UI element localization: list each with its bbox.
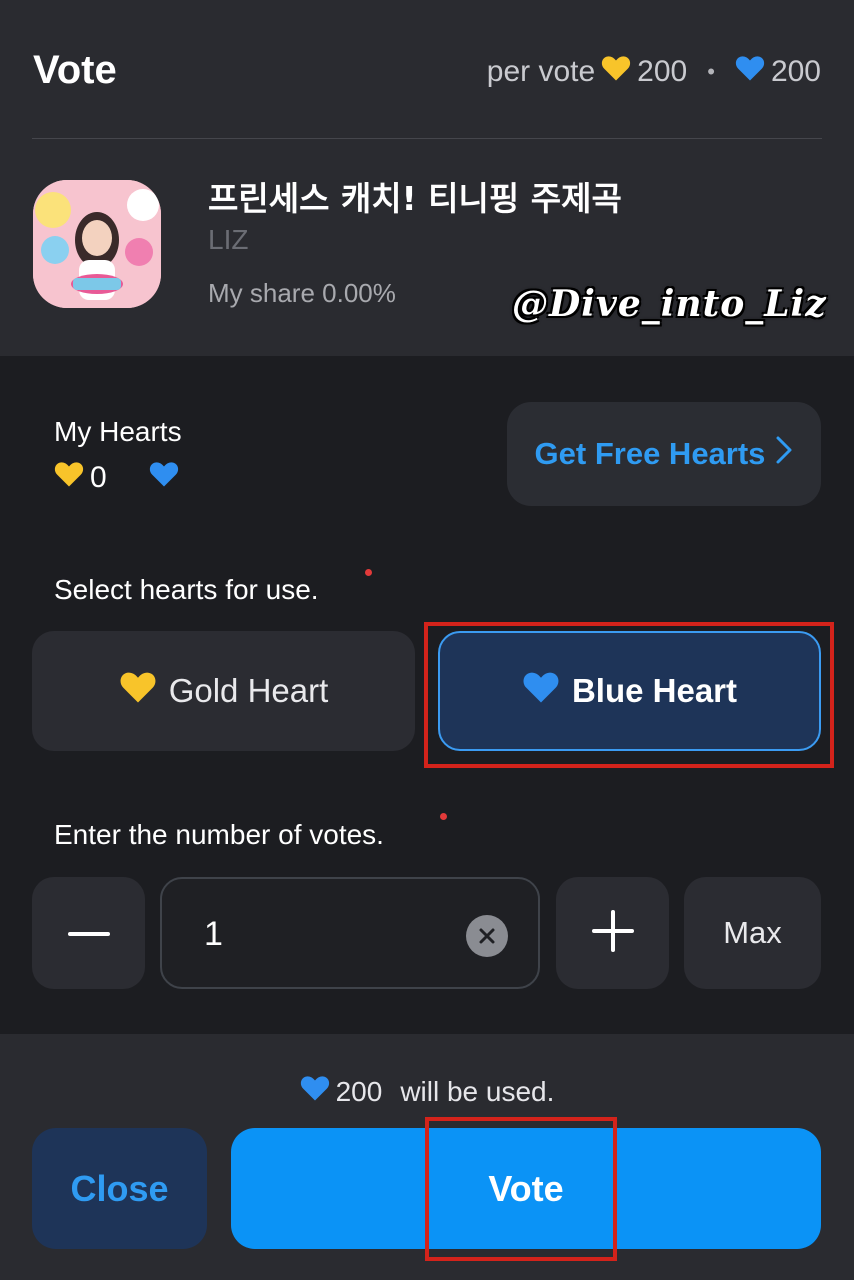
- artist-name: LIZ: [208, 224, 249, 255]
- blue-heart-option-label: Blue Heart: [571, 672, 738, 709]
- per-vote-label: per vote: [486, 55, 596, 88]
- page-title: Vote: [33, 48, 117, 92]
- usage-summary: 200 will be used.: [0, 1074, 854, 1109]
- my-share: My share 0.00%: [208, 278, 396, 309]
- get-free-hearts-label: Get Free Hearts: [534, 436, 766, 471]
- album-thumbnail: [33, 180, 161, 308]
- per-vote-cost: per vote 200 • 200: [487, 54, 821, 90]
- my-share-value: 0.00%: [322, 278, 396, 308]
- get-free-hearts-button[interactable]: Get Free Hearts: [507, 402, 821, 506]
- plus-icon: [591, 909, 634, 957]
- required-indicator: [365, 569, 372, 576]
- my-hearts-balance: 0: [54, 460, 185, 496]
- my-hearts-label: My Hearts: [54, 416, 182, 447]
- gold-heart-count: 0: [90, 461, 107, 494]
- vote-count-label: Enter the number of votes.: [54, 819, 384, 850]
- blue-heart-icon: [300, 1074, 330, 1109]
- clear-icon[interactable]: [466, 915, 508, 957]
- gold-cost: 200: [637, 55, 688, 88]
- max-button[interactable]: Max: [684, 877, 821, 989]
- vote-button[interactable]: Vote: [231, 1128, 821, 1249]
- blue-cost: 200: [770, 55, 821, 88]
- watermark: @Dive_into_Liz: [512, 283, 827, 325]
- gold-heart-icon: [601, 54, 631, 90]
- decrement-button[interactable]: [32, 877, 145, 989]
- close-button[interactable]: Close: [32, 1128, 207, 1249]
- gold-heart-option-label: Gold Heart: [168, 672, 329, 709]
- chevron-right-icon: [775, 435, 793, 473]
- blue-heart-option[interactable]: Blue Heart: [438, 631, 821, 751]
- separator: •: [707, 59, 715, 84]
- blue-heart-icon: [149, 460, 179, 496]
- increment-button[interactable]: [556, 877, 669, 989]
- select-hearts-label: Select hearts for use.: [54, 574, 319, 605]
- vote-count-input[interactable]: [202, 879, 456, 989]
- gold-heart-icon: [54, 460, 84, 496]
- usage-amount: 200: [335, 1075, 383, 1107]
- minus-icon: [67, 924, 110, 942]
- blue-heart-icon: [522, 670, 560, 712]
- divider: [32, 138, 822, 139]
- my-share-label: My share: [208, 278, 315, 308]
- gold-heart-option[interactable]: Gold Heart: [32, 631, 415, 751]
- vote-count-field: [160, 877, 540, 989]
- song-title: 프린세스 캐치! 티니핑 주제곡: [208, 179, 622, 218]
- usage-text: will be used.: [400, 1075, 555, 1107]
- required-indicator: [440, 813, 447, 820]
- blue-heart-icon: [735, 54, 765, 90]
- gold-heart-icon: [119, 670, 157, 712]
